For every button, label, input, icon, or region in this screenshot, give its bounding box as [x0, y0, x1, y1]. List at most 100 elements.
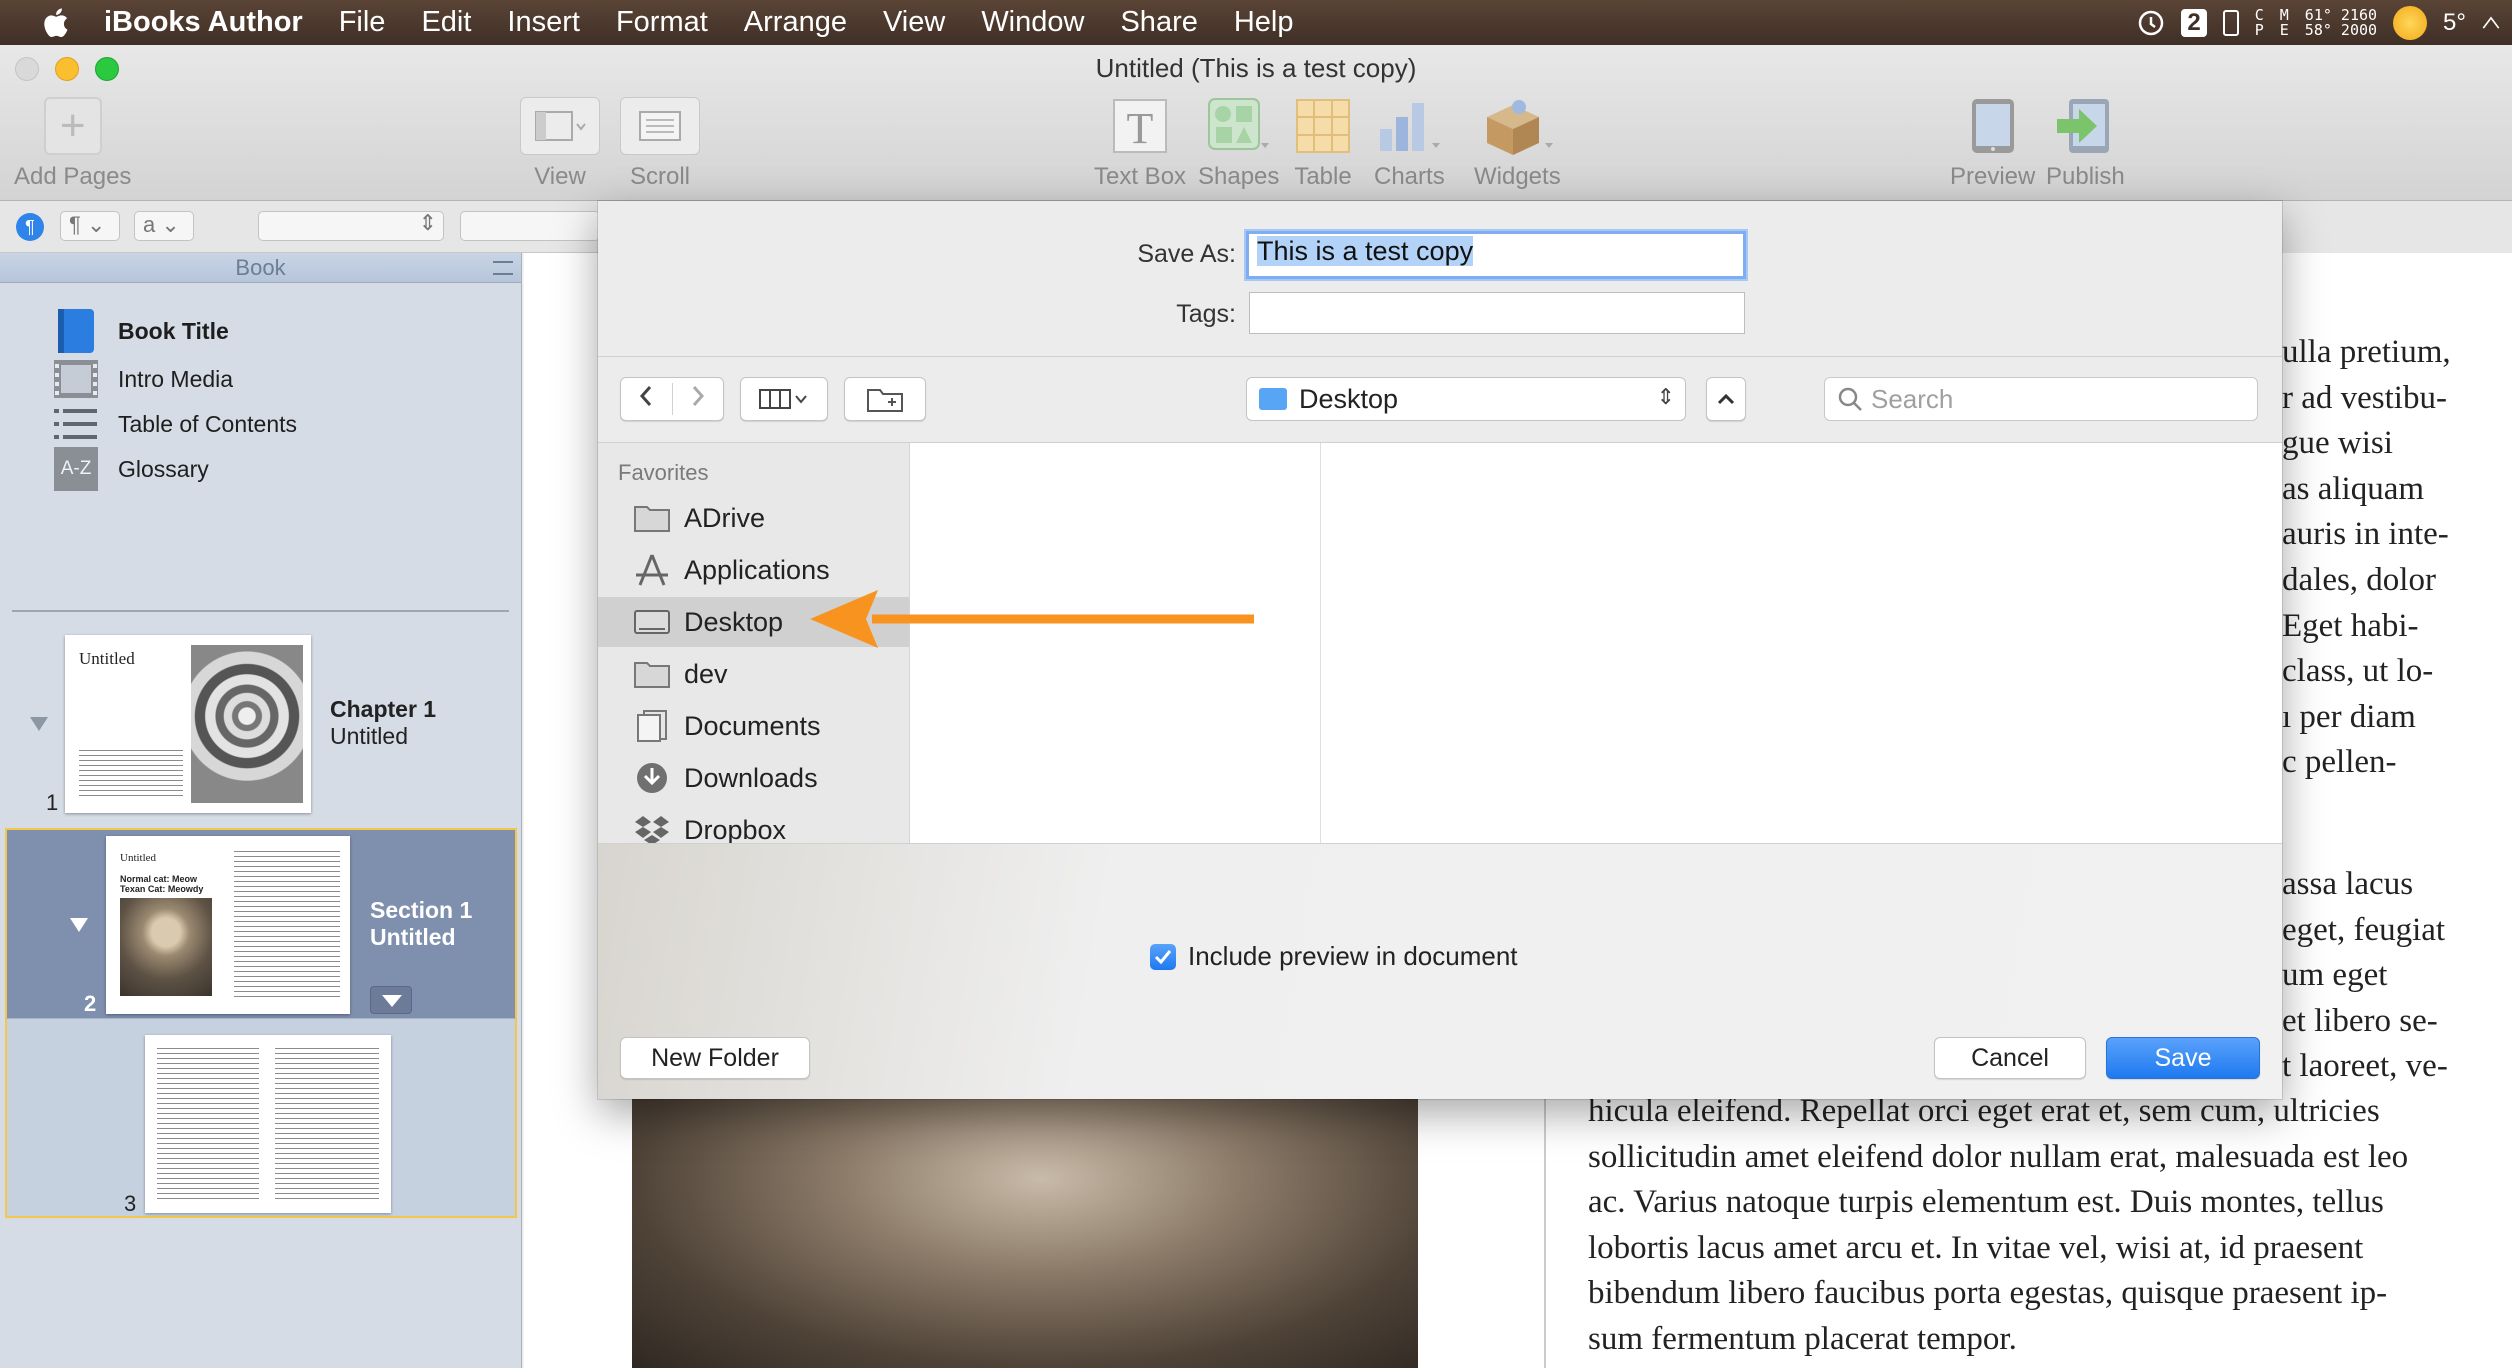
desktop-folder-icon — [1259, 388, 1287, 410]
font-family-popup[interactable]: ⇕ — [258, 210, 444, 241]
search-input[interactable]: Search — [1824, 377, 2258, 421]
section-1-thumbnail[interactable]: Untitled Normal cat: Meow Texan Cat: Meo… — [106, 836, 350, 1014]
menu-share[interactable]: Share — [1120, 6, 1197, 39]
save-button[interactable]: Save — [2106, 1037, 2260, 1079]
menu-insert[interactable]: Insert — [507, 6, 580, 39]
body-text-right-column[interactable]: ulla pretium, r ad vestibu- gue wisi as … — [2282, 330, 2451, 786]
text-line: et libero se- — [2282, 1002, 2438, 1039]
menu-format[interactable]: Format — [616, 6, 708, 39]
publish-icon — [2053, 97, 2117, 155]
text-line: ac. Varius natoque turpis elementum est.… — [1588, 1184, 2384, 1221]
save-as-field[interactable]: This is a test copy — [1246, 231, 1746, 279]
collapse-browser-button[interactable] — [1706, 377, 1746, 421]
character-style-popup[interactable]: a ⌄ — [134, 211, 194, 241]
ipad-preview-icon — [1968, 97, 2018, 155]
view-icon — [520, 97, 600, 155]
font-size-field[interactable] — [460, 211, 600, 241]
menu-file[interactable]: File — [339, 6, 386, 39]
chapter-1-thumbnail[interactable]: Untitled — [65, 635, 311, 813]
memory-monitor-icon[interactable]: ME — [2280, 7, 2289, 38]
section-title-block: Section 1 Untitled — [370, 897, 472, 951]
menu-window[interactable]: Window — [981, 6, 1084, 39]
forward-button[interactable] — [673, 384, 724, 415]
weather-sun-icon[interactable] — [2393, 5, 2428, 40]
favorite-downloads[interactable]: Downloads — [598, 753, 909, 803]
paragraph-style-popup[interactable]: ¶ ⌄ — [60, 211, 120, 241]
section-disclosure-icon[interactable] — [70, 918, 88, 932]
sidebar-item-glossary[interactable]: A-Z Glossary — [52, 447, 209, 491]
menu-edit[interactable]: Edit — [421, 6, 471, 39]
cpu-monitor-icon[interactable]: CP — [2255, 7, 2264, 38]
temps-readout[interactable]: 61° 2160 58° 2000 — [2305, 7, 2377, 38]
table-button[interactable]: Table — [1294, 97, 1352, 191]
preview-label: Preview — [1950, 163, 2036, 190]
section-menu-button[interactable] — [370, 986, 412, 1014]
sidebar-item-book-title[interactable]: Book Title — [52, 309, 229, 353]
battery-icon[interactable] — [2222, 9, 2239, 37]
page-number: 3 — [124, 1191, 137, 1216]
add-pages-button[interactable]: + Add Pages — [14, 97, 131, 191]
scroll-button[interactable]: Scroll — [620, 97, 700, 191]
body-text-right-column-2[interactable]: assa lacus eget, feugiat um eget et libe… — [2282, 862, 2448, 1090]
publish-button[interactable]: Publish — [2046, 97, 2125, 191]
text-line: eget, feugiat — [2282, 911, 2446, 948]
text-line: t laoreet, ve- — [2282, 1048, 2448, 1085]
text-box-label: Text Box — [1094, 163, 1187, 190]
glossary-icon-text: A-Z — [54, 447, 98, 491]
favorite-label: Applications — [684, 554, 830, 585]
cancel-button[interactable]: Cancel — [1934, 1037, 2086, 1079]
text-line: as aliquam — [2282, 470, 2425, 507]
menu-view[interactable]: View — [883, 6, 945, 39]
table-label: Table — [1294, 163, 1352, 190]
text-box-button[interactable]: T Text Box — [1094, 97, 1186, 191]
shapes-button[interactable]: Shapes — [1198, 97, 1279, 191]
time-machine-icon[interactable] — [2137, 9, 2165, 37]
paragraph-toggle-icon[interactable]: ¶ — [16, 213, 44, 241]
cat-photo-image[interactable] — [632, 1098, 1418, 1368]
view-button[interactable]: View — [520, 97, 600, 191]
sidebar-menu-icon[interactable] — [493, 261, 513, 275]
tags-field[interactable] — [1249, 292, 1745, 334]
notification-badge[interactable]: 2 — [2181, 8, 2207, 37]
character-style-value: a — [143, 212, 156, 237]
favorite-documents[interactable]: Documents — [598, 701, 909, 751]
chevron-up-icon — [1717, 393, 1735, 405]
text-line: bibendum libero faucibus porta egestas, … — [1588, 1275, 2388, 1312]
scroll-label: Scroll — [629, 163, 690, 190]
search-icon — [1838, 387, 1862, 411]
text-line: Eget habi- — [2282, 607, 2419, 644]
location-popup[interactable]: Desktop ⇕ — [1246, 377, 1686, 421]
sidebar-item-table-of-contents[interactable]: Table of Contents — [52, 402, 297, 446]
sheet-options-area: Include preview in document New Folder C… — [598, 844, 2282, 1099]
page-3-text-lines-right — [275, 1045, 379, 1201]
favorite-dropbox[interactable]: Dropbox — [598, 805, 909, 843]
menu-app-name[interactable]: iBooks Author — [104, 6, 303, 39]
chapter-disclosure-icon[interactable] — [30, 717, 48, 731]
body-paragraph[interactable]: hicula eleifend. Repellat orci eget erat… — [1588, 1089, 2408, 1363]
apple-logo-icon[interactable] — [40, 7, 70, 39]
view-mode-button[interactable] — [740, 377, 828, 421]
favorite-dev[interactable]: dev — [598, 649, 909, 699]
favorite-adrive[interactable]: ADrive — [598, 493, 909, 543]
cancel-label: Cancel — [1971, 1043, 2049, 1072]
menu-arrange[interactable]: Arrange — [744, 6, 847, 39]
plus-icon: + — [43, 97, 102, 155]
save-label: Save — [2154, 1043, 2212, 1072]
page-3-thumbnail[interactable] — [145, 1035, 391, 1213]
charts-button[interactable]: Charts — [1374, 97, 1445, 191]
back-button[interactable] — [621, 383, 673, 415]
preview-button[interactable]: Preview — [1950, 97, 2035, 191]
menu-help[interactable]: Help — [1234, 6, 1294, 39]
popup-arrows-icon: ⇕ — [418, 210, 437, 235]
weather-temp[interactable]: 5° — [2443, 9, 2466, 37]
include-preview-checkbox[interactable] — [1150, 943, 1176, 970]
new-folder-icon-button[interactable] — [844, 377, 926, 421]
favorite-applications[interactable]: Applications — [598, 545, 909, 595]
text-line: ı per diam — [2282, 698, 2416, 735]
favorite-label: dev — [684, 658, 728, 689]
new-folder-button[interactable]: New Folder — [620, 1037, 810, 1079]
wifi-icon[interactable] — [2482, 9, 2500, 37]
include-preview-option[interactable]: Include preview in document — [1150, 941, 1518, 972]
widgets-button[interactable]: Widgets — [1474, 97, 1561, 191]
sidebar-item-intro-media[interactable]: Intro Media — [52, 357, 233, 401]
